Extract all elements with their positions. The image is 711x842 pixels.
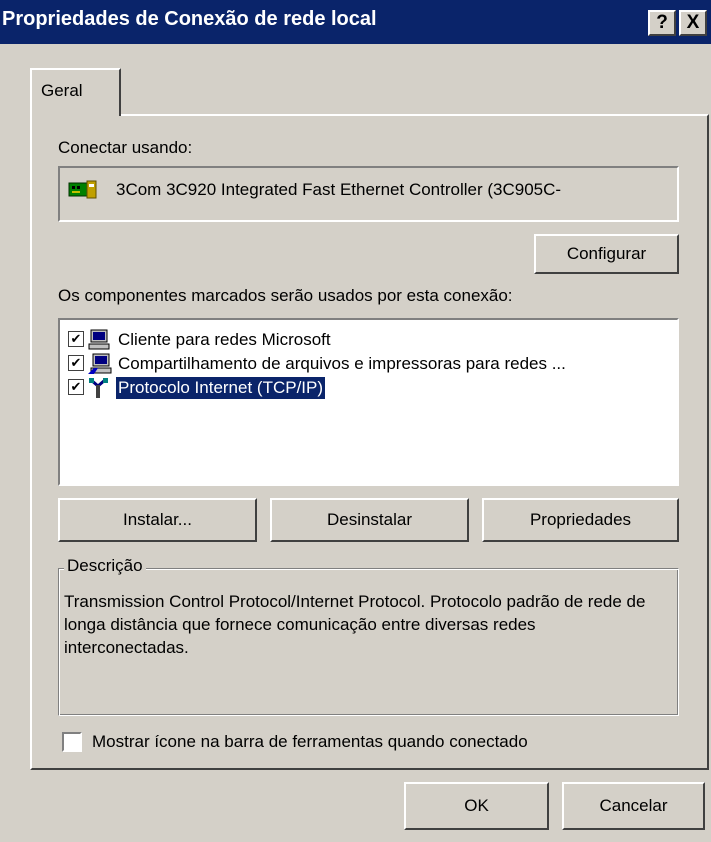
protocol-icon <box>89 378 108 398</box>
description-text: Transmission Control Protocol/Internet P… <box>64 592 646 657</box>
tab-label: Geral <box>41 81 83 100</box>
tab-geral[interactable]: Geral <box>30 68 121 116</box>
list-item-selected[interactable]: ✔ Protocolo Internet (TCP/IP) <box>68 376 468 400</box>
ok-button-label: OK <box>464 796 489 815</box>
components-label: Os componentes marcados serão usados por… <box>58 286 513 305</box>
install-button-label: Instalar... <box>123 510 192 529</box>
properties-button[interactable]: Propriedades <box>482 498 679 542</box>
install-button[interactable]: Instalar... <box>58 498 257 542</box>
uninstall-button[interactable]: Desinstalar <box>270 498 469 542</box>
window-title: Propriedades de Conexão de rede local <box>2 8 377 30</box>
checkbox-checked-icon[interactable]: ✔ <box>68 355 84 371</box>
uninstall-button-label: Desinstalar <box>326 510 413 529</box>
shared-computer-icon <box>88 353 112 374</box>
list-item[interactable]: ✔ Cliente para redes Microsoft <box>68 328 668 352</box>
cancel-button[interactable]: Cancelar <box>562 782 705 830</box>
adapter-field: 3Com 3C920 Integrated Fast Ethernet Cont… <box>58 166 679 222</box>
components-list[interactable]: ✔ Cliente para redes Microsoft ✔ Compart… <box>58 318 679 486</box>
ok-button[interactable]: OK <box>404 782 549 830</box>
description-legend: Descrição <box>64 556 146 576</box>
item-label: Cliente para redes Microsoft <box>118 330 331 349</box>
close-button[interactable]: X <box>679 10 707 36</box>
network-card-icon <box>68 180 97 199</box>
item-label: Compartilhamento de arquivos e impressor… <box>118 354 566 373</box>
checkbox-checked-icon[interactable]: ✔ <box>68 379 84 395</box>
title-bar[interactable]: Propriedades de Conexão de rede local ? … <box>0 0 711 44</box>
adapter-name: 3Com 3C920 Integrated Fast Ethernet Cont… <box>116 180 562 199</box>
cancel-button-label: Cancelar <box>599 796 668 815</box>
computer-icon <box>88 329 110 350</box>
checkbox-checked-icon[interactable]: ✔ <box>68 331 84 347</box>
configure-button[interactable]: Configurar <box>534 234 679 274</box>
list-item[interactable]: ✔ Compartilhamento de arquivos e impress… <box>68 352 678 376</box>
show-icon-checkbox[interactable] <box>62 732 82 752</box>
item-label: Protocolo Internet (TCP/IP) <box>114 376 327 400</box>
configure-button-label: Configurar <box>566 244 647 263</box>
help-button[interactable]: ? <box>648 10 676 36</box>
show-icon-label[interactable]: Mostrar ícone na barra de ferramentas qu… <box>92 732 528 752</box>
connect-using-label: Conectar usando: <box>58 138 193 157</box>
properties-button-label: Propriedades <box>529 510 632 529</box>
